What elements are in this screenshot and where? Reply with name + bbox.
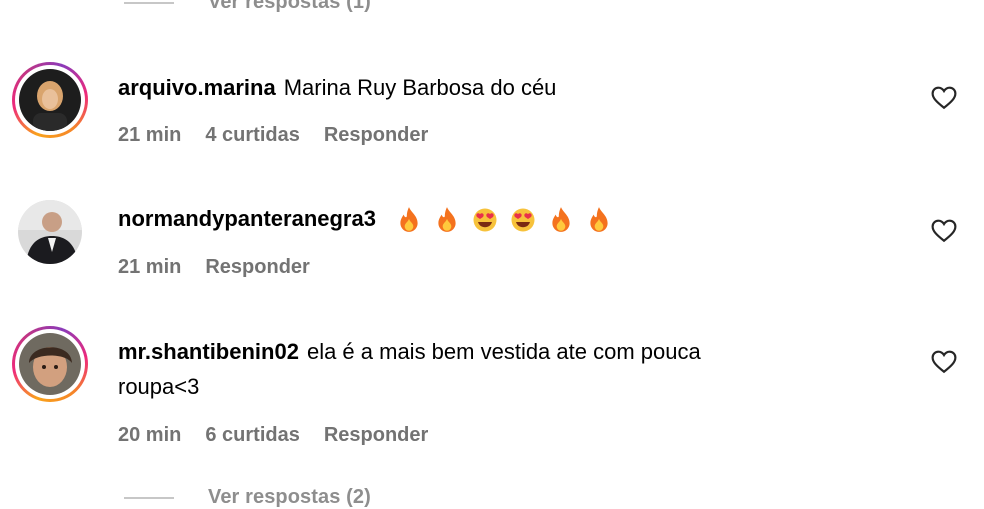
avatar-image — [18, 200, 82, 264]
view-replies-link[interactable]: Ver respostas (2) — [124, 486, 371, 509]
replies-divider — [124, 496, 174, 499]
comment-likes[interactable]: 6 curtidas — [205, 424, 299, 447]
comment-text: normandypanteranegra3 — [118, 202, 612, 236]
avatar-image — [19, 333, 81, 395]
comment-text-continued: roupa<3 — [118, 370, 199, 404]
fire-icon — [552, 207, 570, 233]
avatar[interactable] — [12, 62, 88, 138]
reply-button[interactable]: Responder — [324, 124, 428, 147]
replies-divider — [124, 1, 174, 4]
heart-eyes-icon — [511, 208, 535, 232]
comment-time[interactable]: 21 min — [118, 256, 181, 279]
comment-username[interactable]: arquivo.marina — [118, 75, 276, 100]
comment-meta: 21 min Responder — [118, 256, 310, 279]
reply-button[interactable]: Responder — [324, 424, 428, 447]
view-replies-label: Ver respostas (1) — [208, 0, 371, 13]
avatar-image — [19, 69, 81, 131]
like-heart-icon[interactable] — [931, 350, 957, 374]
comment-body: ela é a mais bem vestida ate com pouca — [306, 339, 701, 364]
fire-icon — [400, 207, 418, 233]
avatar[interactable] — [18, 200, 82, 264]
comment-meta: 20 min 6 curtidas Responder — [118, 424, 428, 447]
heart-eyes-icon — [473, 208, 497, 232]
comment-time[interactable]: 20 min — [118, 424, 181, 447]
comment-body: roupa<3 — [118, 374, 200, 399]
comment-meta: 21 min 4 curtidas Responder — [118, 124, 428, 147]
comment-text: arquivo.marina Marina Ruy Barbosa do céu — [118, 71, 556, 105]
reply-button[interactable]: Responder — [205, 256, 309, 279]
comment-username[interactable]: mr.shantibenin02 — [118, 339, 299, 364]
emoji-row — [396, 206, 612, 234]
comment-text: mr.shantibenin02 ela é a mais bem vestida… — [118, 335, 701, 369]
view-replies-label: Ver respostas (2) — [208, 486, 371, 508]
view-replies-link[interactable]: Ver respostas (1) — [124, 0, 371, 14]
comment-likes[interactable]: 4 curtidas — [205, 124, 299, 147]
fire-icon — [590, 207, 608, 233]
like-heart-icon[interactable] — [931, 219, 957, 243]
fire-icon — [438, 207, 456, 233]
like-heart-icon[interactable] — [931, 86, 957, 110]
avatar[interactable] — [12, 326, 88, 402]
comment-username[interactable]: normandypanteranegra3 — [118, 206, 376, 231]
comment-time[interactable]: 21 min — [118, 124, 181, 147]
comment-body: Marina Ruy Barbosa do céu — [283, 75, 557, 100]
